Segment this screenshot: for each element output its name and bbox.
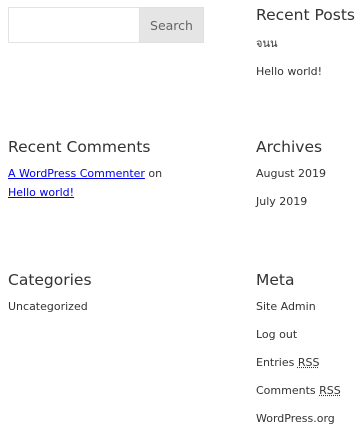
list-item: Hello world! [256,58,356,86]
recent-post-link[interactable]: Hello world! [256,65,322,78]
recent-comments-widget: Recent Comments A WordPress Commenter on… [8,137,208,202]
recent-posts-list: จนน Hello world! [256,30,356,86]
archive-link-july-2019[interactable]: July 2019 [256,195,307,208]
entries-rss-link[interactable]: Entries RSS [256,356,319,369]
log-out-link[interactable]: Log out [256,328,297,341]
categories-widget: Categories Uncategorized [8,270,208,321]
search-form: Search [8,7,204,43]
recent-comments-title: Recent Comments [8,138,151,156]
search-button[interactable]: Search [139,7,204,43]
list-item: จนน [256,30,356,58]
comments-rss-link[interactable]: Comments RSS [256,384,341,397]
archive-link-august-2019[interactable]: August 2019 [256,167,326,180]
recent-post-link[interactable]: จนน [256,37,277,50]
search-input[interactable] [8,7,139,43]
list-item: Comments RSS [256,377,356,405]
comment-author-link[interactable]: A WordPress Commenter [8,167,145,180]
categories-title: Categories [8,271,92,289]
archives-title: Archives [256,138,323,156]
comments-rss-prefix: Comments [256,384,320,397]
rss-abbr: RSS [297,356,320,369]
entries-rss-prefix: Entries [256,356,298,369]
comment-post-link[interactable]: Hello world! [8,186,74,199]
category-link-uncategorized[interactable]: Uncategorized [8,300,88,313]
meta-title: Meta [256,271,295,289]
list-item: Log out [256,321,356,349]
list-item: WordPress.org [256,405,356,430]
sidebar-widgets: Search Recent Posts จนน Hello world! Rec… [0,0,356,430]
categories-list: Uncategorized [8,293,208,321]
wordpress-org-link[interactable]: WordPress.org [256,412,335,425]
archives-widget: Archives August 2019 July 2019 [256,137,356,216]
list-item: Entries RSS [256,349,356,377]
recent-posts-title: Recent Posts [256,6,356,24]
recent-comment-entry: A WordPress Commenter on Hello world! [8,164,208,202]
archives-list: August 2019 July 2019 [256,160,356,216]
rss-abbr: RSS [319,384,341,397]
meta-list: Site Admin Log out Entries RSS Comments … [256,293,356,430]
list-item: Uncategorized [8,293,208,321]
meta-widget: Meta Site Admin Log out Entries RSS Comm… [256,270,356,430]
recent-posts-widget: Recent Posts จนน Hello world! [256,5,356,86]
list-item: August 2019 [256,160,356,188]
site-admin-link[interactable]: Site Admin [256,300,316,313]
list-item: July 2019 [256,188,356,216]
list-item: Site Admin [256,293,356,321]
comment-on-text: on [144,167,163,180]
